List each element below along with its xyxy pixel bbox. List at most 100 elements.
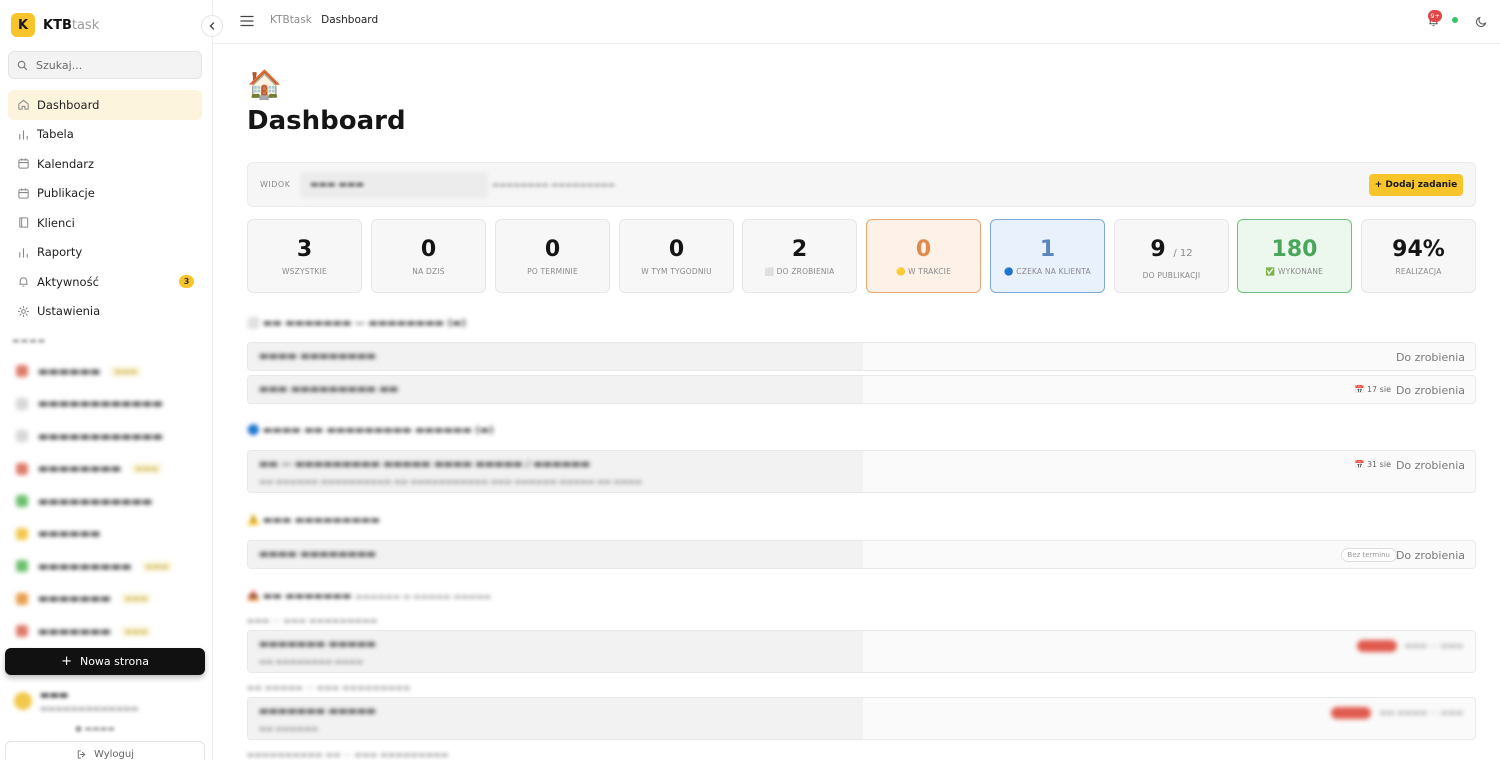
view-select[interactable]: ▬▬▬ ▬▬▬ — [300, 172, 488, 198]
calendar-icon — [16, 157, 30, 171]
page-item[interactable]: ▬▬▬▬▬▬▬▬▬▬▬▬ — [10, 550, 205, 583]
user-profile[interactable]: ▬▬▬ ▬▬▬▬▬▬▬▬▬▬▬▬▬ — [8, 684, 204, 718]
publication-description: ▬▬ ▬▬▬▬▬▬ — [259, 724, 319, 733]
sidebar-item-label: Kalendarz — [37, 156, 95, 171]
breadcrumb: KTBtask Dashboard — [270, 14, 378, 26]
sidebar-item-label: Klienci — [37, 215, 75, 230]
user-email: ▬▬▬▬▬▬▬▬▬▬▬▬▬ — [40, 703, 139, 713]
breadcrumb-root[interactable]: KTBtask — [270, 14, 312, 26]
publication-group-caption: ▬▬ ▬▬▬▬▬ — ▬▬▬ ▬▬▬▬▬▬▬▬▬ — [247, 683, 411, 692]
page-item[interactable]: ▬▬▬▬▬▬ ▬▬▬ — [10, 355, 205, 388]
task-name: ▬▬ — ▬▬▬▬▬▬▬▬▬ ▬▬▬▬▬ ▬▬▬▬ ▬▬▬▬▬ / ▬▬▬▬▬▬ — [259, 459, 590, 470]
logout-button[interactable]: Wyloguj — [5, 741, 205, 760]
menu-icon[interactable] — [240, 13, 254, 31]
publication-date: ▬▬▬ — ▬▬▬ — [1404, 641, 1463, 650]
topbar: KTBtask Dashboard 9+ — [213, 0, 1500, 44]
sidebar-item-label: Dashboard — [37, 97, 100, 112]
sidebar-item-label: Ustawienia — [37, 304, 101, 319]
brand-name: KTBtask — [43, 17, 100, 33]
publication-tag — [1331, 707, 1371, 719]
task-status[interactable]: Do zrobienia — [1396, 549, 1465, 562]
stat-card-all[interactable]: 3 WSZYSTKIE — [247, 219, 362, 293]
sidebar-item-klienci[interactable]: Klienci — [8, 208, 202, 238]
page-title: Dashboard — [247, 106, 406, 136]
sidebar-item-publikacje[interactable]: Publikacje — [8, 179, 202, 209]
task-row[interactable]: ▬▬▬▬ ▬▬▬▬▬▬▬▬ Bez terminu Do zrobienia — [247, 540, 1476, 569]
stat-card-today[interactable]: 0 NA DZIŚ — [371, 219, 486, 293]
sidebar-item-tabela[interactable]: Tabela — [8, 120, 202, 150]
task-status[interactable]: Do zrobienia — [1396, 384, 1465, 397]
stat-card-done[interactable]: 180 ✅ WYKONANE — [1237, 219, 1352, 293]
brand[interactable]: K KTBtask — [0, 0, 212, 50]
task-row[interactable]: ▬▬ — ▬▬▬▬▬▬▬▬▬ ▬▬▬▬▬ ▬▬▬▬ ▬▬▬▬▬ / ▬▬▬▬▬▬… — [247, 450, 1476, 493]
publication-group-caption: ▬▬▬▬▬▬▬▬▬▬ ▬▬ — ▬▬▬ ▬▬▬▬▬▬▬▬▬ — [247, 750, 449, 759]
chevron-left-icon — [209, 22, 215, 30]
stat-card-to-publish[interactable]: 9 / 12 DO PUBLIKACJI — [1114, 219, 1229, 293]
view-toolbar: WIDOK ▬▬▬ ▬▬▬ ▬▬▬▬▬▬▬▬ ▬▬▬▬▬▬▬▬▬ + Dodaj… — [247, 162, 1476, 207]
collapse-sidebar-button[interactable] — [201, 15, 223, 37]
sidebar-item-aktywnosc[interactable]: Aktywność 3 — [8, 267, 202, 297]
sidebar-item-label: Raporty — [37, 245, 83, 260]
stat-card-completion[interactable]: 94% REALIZACJA — [1361, 219, 1476, 293]
page-item[interactable]: ▬▬▬▬▬▬▬▬▬▬▬ — [10, 485, 205, 518]
connection-status-dot — [1452, 17, 1458, 23]
publication-name: ▬▬▬▬▬▬▬ ▬▬▬▬▬ — [259, 706, 376, 717]
publication-row[interactable]: ▬▬▬▬▬▬▬ ▬▬▬▬▬ ▬▬ ▬▬▬▬▬▬ ▬▬ ▬▬▬▬ — ▬▬▬ — [247, 697, 1476, 740]
publication-name: ▬▬▬▬▬▬▬ ▬▬▬▬▬ — [259, 639, 376, 650]
pages-section-label: ▬▬▬▬ — [12, 336, 47, 345]
gear-icon — [16, 304, 30, 318]
user-name: ▬▬▬ — [40, 689, 69, 701]
task-description: ▬▬ ▬▬▬▬▬▬ ▬▬▬▬▬▬▬▬▬▬ ▬▬ ▬▬▬▬▬▬▬▬▬▬▬ ▬▬▬ … — [259, 477, 642, 486]
brand-logo: K — [11, 13, 35, 37]
publication-row[interactable]: ▬▬▬▬▬▬▬ ▬▬▬▬▬ ▬▬ ▬▬▬▬▬▬▬▬ ▬▬▬▬ ▬▬▬ — ▬▬▬ — [247, 630, 1476, 673]
add-task-button[interactable]: + Dodaj zadanie — [1369, 174, 1463, 196]
bar-chart-icon — [16, 245, 30, 259]
section-title: 🔵 ▬▬▬▬ ▬▬ ▬▬▬▬▬▬▬▬▬ ▬▬▬▬▬▬ (▬) — [247, 425, 494, 436]
stat-card-waiting-client[interactable]: 1 🔵 CZEKA NA KLIENTA — [990, 219, 1105, 293]
new-page-button[interactable]: + Nowa strona — [5, 648, 205, 675]
main-content: KTBtask Dashboard 9+ 🏠 Dashboard WIDOK ▬… — [213, 0, 1500, 760]
logout-icon — [77, 749, 86, 759]
bar-chart-icon — [16, 127, 30, 141]
page-item[interactable]: ▬▬▬▬▬▬▬▬▬▬▬▬ — [10, 388, 205, 421]
page-item[interactable]: ▬▬▬▬▬▬▬▬▬▬▬▬ — [10, 420, 205, 453]
no-deadline-badge: Bez terminu — [1340, 548, 1397, 562]
task-due-date: 📅 17 sie — [1354, 385, 1391, 394]
sidebar-item-ustawienia[interactable]: Ustawienia — [8, 297, 202, 327]
page-icon: 🏠 — [247, 68, 282, 101]
home-icon — [16, 98, 30, 112]
sidebar-item-kalendarz[interactable]: Kalendarz — [8, 149, 202, 179]
task-status[interactable]: Do zrobienia — [1396, 459, 1465, 472]
stat-card-this-week[interactable]: 0 W TYM TYGODNIU — [619, 219, 734, 293]
bell-icon — [16, 275, 30, 289]
sidebar-item-raporty[interactable]: Raporty — [8, 238, 202, 268]
avatar — [14, 692, 32, 710]
search-box[interactable] — [8, 51, 202, 79]
page-item[interactable]: ▬▬▬▬▬▬▬ ▬▬▬ — [10, 615, 205, 648]
breadcrumb-current: Dashboard — [321, 14, 379, 26]
sidebar-nav: Dashboard Tabela Kalendarz Publikacje Kl… — [8, 90, 202, 326]
stat-card-todo[interactable]: 2 ⬜ DO ZROBIENIA — [742, 219, 857, 293]
task-name: ▬▬▬▬ ▬▬▬▬▬▬▬▬ — [259, 549, 376, 560]
stat-card-in-progress[interactable]: 0 🟡 W TRAKCIE — [866, 219, 981, 293]
online-status: ● ▬▬▬▬ — [75, 724, 115, 733]
search-input[interactable] — [36, 58, 186, 72]
sidebar-item-label: Tabela — [37, 127, 74, 142]
page-item[interactable]: ▬▬▬▬▬▬▬ ▬▬▬ — [10, 583, 205, 616]
search-icon — [17, 60, 28, 70]
activity-count-badge: 3 — [179, 275, 194, 288]
task-status[interactable]: Do zrobienia — [1396, 351, 1465, 364]
sidebar-item-label: Publikacje — [37, 186, 95, 201]
task-row[interactable]: ▬▬▬▬ ▬▬▬▬▬▬▬▬ Do zrobienia — [247, 342, 1476, 371]
page-item[interactable]: ▬▬▬▬▬▬▬▬▬▬▬ — [10, 453, 205, 486]
book-icon — [16, 216, 30, 230]
page-item[interactable]: ▬▬▬▬▬▬ — [10, 518, 205, 551]
section-title: ⬜ ▬▬ ▬▬▬▬▬▬▬ — ▬▬▬▬▬▬▬▬ (▬) — [247, 318, 467, 329]
task-name: ▬▬▬ ▬▬▬▬▬▬▬▬▬ ▬▬ — [259, 384, 399, 395]
stat-card-overdue[interactable]: 0 PO TERMINIE — [495, 219, 610, 293]
task-due-date: 📅 31 sie — [1354, 460, 1391, 469]
sidebar-item-dashboard[interactable]: Dashboard — [8, 90, 202, 120]
theme-toggle-moon-icon[interactable] — [1475, 13, 1488, 32]
task-row[interactable]: ▬▬▬ ▬▬▬▬▬▬▬▬▬ ▬▬ 📅 17 sie Do zrobienia — [247, 375, 1476, 404]
notifications-badge: 9+ — [1428, 10, 1442, 22]
